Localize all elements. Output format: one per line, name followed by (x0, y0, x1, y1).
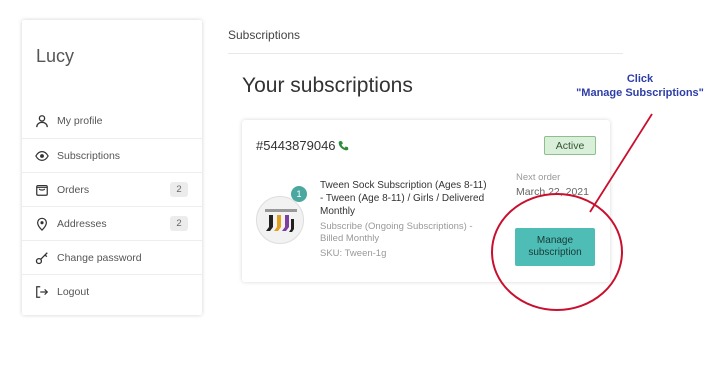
product-thumbnail (256, 196, 304, 244)
user-name: Lucy (36, 46, 75, 66)
sidebar-item-change-password[interactable]: Change password (22, 240, 202, 274)
subscription-number[interactable]: #5443879046 (256, 138, 349, 153)
logout-icon (34, 284, 50, 300)
sidebar-item-label: Subscriptions (57, 149, 121, 162)
user-icon (34, 113, 50, 129)
product-description: Subscribe (Ongoing Subscriptions) - Bill… (320, 221, 473, 244)
sidebar-item-logout[interactable]: Logout (22, 274, 202, 308)
next-order-date: March 22, 2021 (516, 186, 589, 198)
phone-icon (338, 140, 349, 151)
subscription-card: #5443879046 Active 1 Tween Sock Subscrip… (242, 120, 610, 282)
breadcrumb: Subscriptions (228, 28, 301, 42)
product-name[interactable]: Tween Sock Subscription (Ages 8-11) - Tw… (320, 179, 488, 218)
key-icon (34, 250, 50, 266)
breadcrumb-divider (228, 53, 623, 54)
product-sku: SKU: Tween-1g (320, 248, 387, 259)
page-title: Your subscriptions (242, 74, 413, 97)
orders-count-badge: 2 (170, 182, 188, 197)
location-pin-icon (34, 216, 50, 232)
annotation-line-1: Click (626, 73, 654, 85)
manage-subscription-button[interactable]: Manage subscription (515, 228, 595, 266)
box-icon (34, 182, 50, 198)
sidebar-item-subscriptions[interactable]: Subscriptions (22, 138, 202, 172)
sidebar-item-orders[interactable]: Orders 2 (22, 172, 202, 206)
eye-icon (34, 148, 50, 164)
sidebar-item-label: Orders (57, 183, 90, 196)
quantity-badge: 1 (291, 186, 307, 202)
sidebar-item-label: Addresses (57, 217, 107, 230)
next-order-label: Next order (516, 172, 561, 183)
addresses-count-badge: 2 (170, 216, 188, 231)
annotation-line-2: "Manage Subscriptions" (576, 87, 704, 99)
account-nav: My profile Subscriptions Orders 2 Addres… (22, 104, 202, 308)
sidebar-item-my-profile[interactable]: My profile (22, 104, 202, 138)
account-sidebar: Lucy My profile Subscriptions Orders 2 A (22, 20, 202, 315)
sidebar-item-label: My profile (57, 115, 103, 127)
instruction-annotation: Click "Manage Subscriptions" (560, 72, 720, 100)
status-badge: Active (544, 136, 596, 155)
sidebar-item-label: Logout (57, 285, 90, 298)
subscription-number-text: #5443879046 (256, 138, 336, 153)
sidebar-item-addresses[interactable]: Addresses 2 (22, 206, 202, 240)
sidebar-item-label: Change password (57, 251, 142, 264)
